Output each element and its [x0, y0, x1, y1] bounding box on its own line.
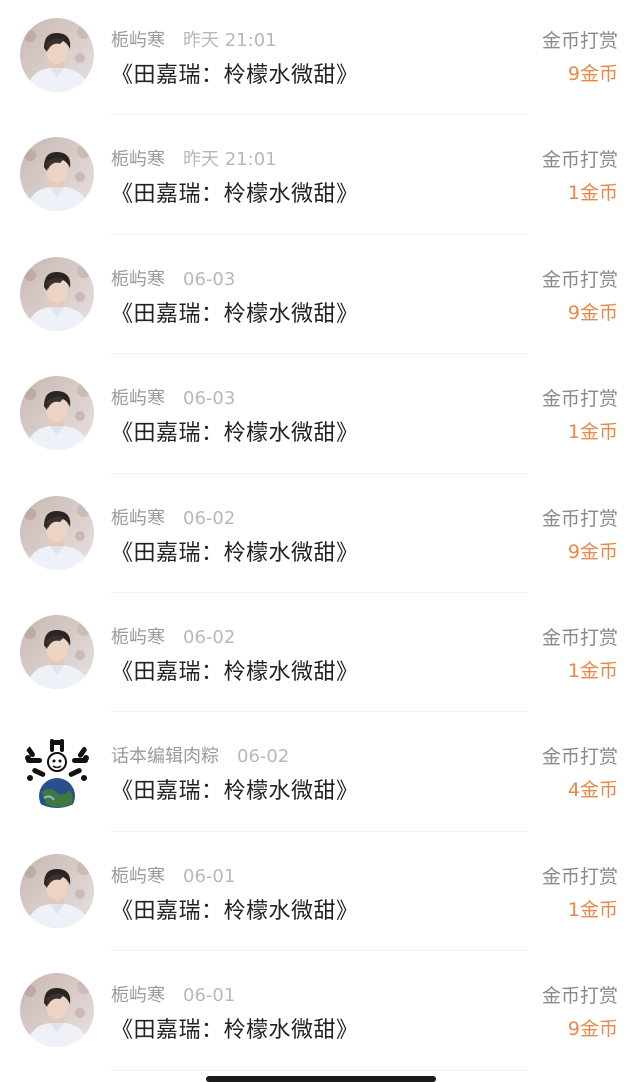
- person-photo-icon: [20, 376, 94, 451]
- divider: [111, 1069, 528, 1071]
- user-name[interactable]: 栀屿寒: [111, 388, 165, 409]
- person-photo-icon: [20, 973, 94, 1048]
- work-title[interactable]: 《田嘉瑞：柃檬水微甜》: [111, 773, 359, 805]
- work-title[interactable]: 《田嘉瑞：柃檬水微甜》: [111, 57, 359, 89]
- reward-type: 金币打赏: [541, 149, 618, 172]
- avatar[interactable]: [20, 137, 94, 212]
- divider: [111, 233, 528, 235]
- avatar[interactable]: [20, 18, 94, 92]
- user-name[interactable]: 栀屿寒: [111, 149, 165, 170]
- reward-type: 金币打赏: [541, 865, 618, 888]
- home-indicator[interactable]: [206, 1076, 436, 1082]
- person-photo-icon: [20, 137, 94, 212]
- list-item[interactable]: 栀屿寒 06-02 《田嘉瑞：柃檬水微甜》 金币打赏 1金币: [0, 597, 640, 716]
- list-item[interactable]: 栀屿寒 06-03 《田嘉瑞：柃檬水微甜》 金币打赏 9金币: [0, 239, 640, 358]
- user-name[interactable]: 栀屿寒: [111, 508, 165, 529]
- person-photo-icon: [20, 256, 94, 331]
- record-time: 06-02: [183, 626, 236, 648]
- reward-amount: 1金币: [567, 421, 618, 444]
- divider: [111, 114, 528, 116]
- reward-amount: 9金币: [567, 1018, 618, 1041]
- record-time: 06-03: [183, 268, 236, 290]
- divider: [111, 353, 528, 355]
- reward-type: 金币打赏: [541, 985, 618, 1008]
- divider: [111, 711, 528, 713]
- record-meta: 话本编辑肉粽 06-02: [111, 742, 289, 768]
- person-photo-icon: [20, 614, 94, 689]
- reward-type: 金币打赏: [541, 507, 618, 530]
- list-item[interactable]: 栀屿寒 昨天 21:01 《田嘉瑞：柃檬水微甜》 金币打赏 1金币: [0, 119, 640, 238]
- work-title[interactable]: 《田嘉瑞：柃檬水微甜》: [111, 893, 359, 925]
- reward-amount: 9金币: [567, 540, 618, 563]
- list-item[interactable]: 话本编辑肉粽 06-02 《田嘉瑞：柃檬水微甜》 金币打赏 4金币: [0, 716, 640, 835]
- person-photo-icon: [20, 18, 94, 92]
- reward-amount: 1金币: [567, 182, 618, 205]
- work-title[interactable]: 《田嘉瑞：柃檬水微甜》: [111, 415, 359, 447]
- user-name[interactable]: 栀屿寒: [111, 866, 165, 887]
- record-time: 06-01: [183, 985, 236, 1007]
- record-meta: 栀屿寒 06-03: [111, 384, 235, 410]
- record-time: 06-02: [237, 746, 290, 768]
- record-meta: 栀屿寒 06-03: [111, 265, 235, 291]
- reward-type: 金币打赏: [541, 30, 618, 52]
- list-item[interactable]: 栀屿寒 06-01 《田嘉瑞：柃檬水微甜》 金币打赏 9金币: [0, 955, 640, 1074]
- divider: [111, 591, 528, 593]
- person-photo-icon: [20, 853, 94, 928]
- reward-record-list: 栀屿寒 昨天 21:01 《田嘉瑞：柃檬水微甜》 金币打赏 9金币 栀屿寒 昨天 2…: [0, 0, 640, 1075]
- record-time: 06-01: [183, 865, 236, 887]
- record-meta: 栀屿寒 06-02: [111, 504, 235, 530]
- avatar[interactable]: [20, 495, 94, 570]
- user-name[interactable]: 栀屿寒: [111, 985, 165, 1006]
- record-meta: 栀屿寒 06-01: [111, 981, 235, 1007]
- record-meta: 栀屿寒 昨天 21:01: [111, 145, 277, 171]
- avatar[interactable]: [20, 256, 94, 331]
- avatar[interactable]: [20, 853, 94, 928]
- record-time: 06-03: [183, 388, 236, 410]
- reward-type: 金币打赏: [541, 626, 618, 649]
- reward-type: 金币打赏: [541, 388, 618, 411]
- earth-cartoon-icon: [20, 734, 94, 809]
- reward-amount: 1金币: [567, 659, 618, 682]
- record-meta: 栀屿寒 昨天 21:01: [111, 26, 277, 52]
- record-time: 昨天 21:01: [183, 30, 277, 51]
- user-name[interactable]: 栀屿寒: [111, 30, 165, 51]
- list-item[interactable]: 栀屿寒 06-01 《田嘉瑞：柃檬水微甜》 金币打赏 1金币: [0, 836, 640, 955]
- work-title[interactable]: 《田嘉瑞：柃檬水微甜》: [111, 296, 359, 328]
- user-name[interactable]: 话本编辑肉粽: [111, 746, 219, 767]
- reward-amount: 4金币: [567, 779, 618, 802]
- work-title[interactable]: 《田嘉瑞：柃檬水微甜》: [111, 535, 359, 567]
- reward-amount: 9金币: [567, 301, 618, 324]
- list-item[interactable]: 栀屿寒 06-02 《田嘉瑞：柃檬水微甜》 金币打赏 9金币: [0, 478, 640, 597]
- reward-type: 金币打赏: [541, 746, 618, 769]
- record-meta: 栀屿寒 06-01: [111, 862, 235, 888]
- record-time: 昨天 21:01: [183, 149, 277, 171]
- list-item[interactable]: 栀屿寒 06-03 《田嘉瑞：柃檬水微甜》 金币打赏 1金币: [0, 358, 640, 477]
- avatar[interactable]: [20, 734, 94, 809]
- list-item[interactable]: 栀屿寒 昨天 21:01 《田嘉瑞：柃檬水微甜》 金币打赏 9金币: [0, 0, 640, 119]
- divider: [111, 950, 528, 952]
- user-name[interactable]: 栀屿寒: [111, 627, 165, 648]
- divider: [111, 830, 528, 832]
- work-title[interactable]: 《田嘉瑞：柃檬水微甜》: [111, 176, 359, 208]
- work-title[interactable]: 《田嘉瑞：柃檬水微甜》: [111, 1012, 359, 1044]
- reward-amount: 1金币: [567, 898, 618, 921]
- user-name[interactable]: 栀屿寒: [111, 269, 165, 290]
- divider: [111, 472, 528, 474]
- avatar[interactable]: [20, 973, 94, 1048]
- avatar[interactable]: [20, 614, 94, 689]
- work-title[interactable]: 《田嘉瑞：柃檬水微甜》: [111, 654, 359, 686]
- record-meta: 栀屿寒 06-02: [111, 623, 235, 649]
- avatar[interactable]: [20, 376, 94, 451]
- reward-type: 金币打赏: [541, 268, 618, 291]
- person-photo-icon: [20, 495, 94, 570]
- record-time: 06-02: [183, 507, 236, 529]
- reward-amount: 9金币: [567, 63, 618, 85]
